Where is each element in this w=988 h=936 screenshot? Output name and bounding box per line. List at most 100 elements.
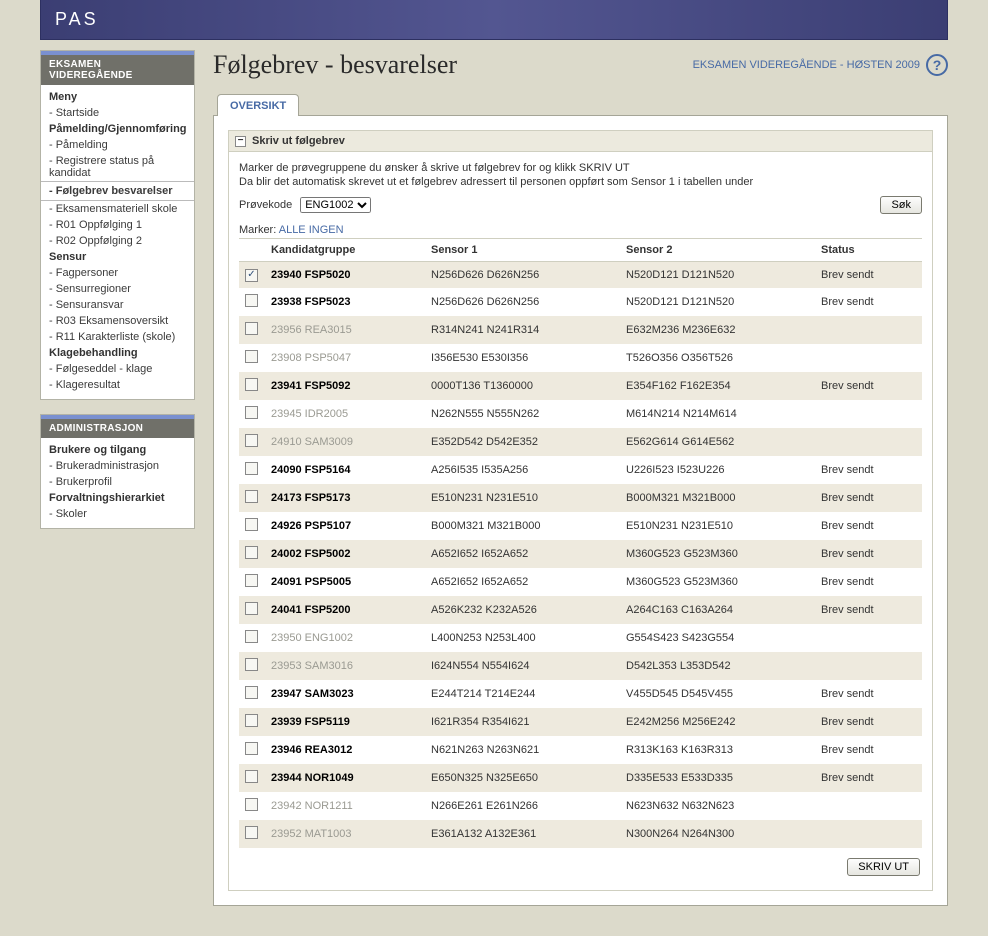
cell-kandidatgruppe: 23938 FSP5023 xyxy=(265,288,425,316)
cell-status xyxy=(815,316,922,344)
cell-status: Brev sendt xyxy=(815,764,922,792)
table-row: 23941 FSP50920000T136 T1360000E354F162 F… xyxy=(239,372,922,400)
cell-sensor1: N266E261 E261N266 xyxy=(425,792,620,820)
help-icon[interactable]: ? xyxy=(926,54,948,76)
sidebar-item[interactable]: - R02 Oppfølging 2 xyxy=(41,233,194,249)
tab-oversikt[interactable]: OVERSIKT xyxy=(217,94,299,116)
cell-status: Brev sendt xyxy=(815,456,922,484)
sidebar-item[interactable]: - Sensuransvar xyxy=(41,297,194,313)
info-line-2: Da blir det automatisk skrevet ut et føl… xyxy=(239,176,922,188)
cell-sensor1: N256D626 D626N256 xyxy=(425,262,620,288)
search-button[interactable]: Søk xyxy=(880,196,922,214)
row-checkbox[interactable] xyxy=(245,546,258,559)
row-checkbox[interactable]: ✓ xyxy=(245,269,258,282)
cell-kandidatgruppe: 23950 ENG1002 xyxy=(265,624,425,652)
cell-status xyxy=(815,624,922,652)
sidebar: EKSAMEN VIDEREGÅENDEMeny- StartsidePåmel… xyxy=(40,50,195,543)
cell-sensor2: G554S423 S423G554 xyxy=(620,624,815,652)
sidebar-item[interactable]: - Brukerprofil xyxy=(41,474,194,490)
row-checkbox[interactable] xyxy=(245,490,258,503)
row-checkbox[interactable] xyxy=(245,602,258,615)
cell-sensor2: E562G614 G614E562 xyxy=(620,428,815,456)
sidebar-item[interactable]: - Følgebrev besvarelser xyxy=(41,181,194,201)
marker-ingen-link[interactable]: INGEN xyxy=(309,224,344,236)
sidebar-heading: Meny xyxy=(41,89,194,105)
row-checkbox[interactable] xyxy=(245,574,258,587)
cell-status: Brev sendt xyxy=(815,288,922,316)
cell-kandidatgruppe: 24041 FSP5200 xyxy=(265,596,425,624)
row-checkbox xyxy=(245,322,258,335)
cell-sensor2: E354F162 F162E354 xyxy=(620,372,815,400)
row-checkbox[interactable] xyxy=(245,742,258,755)
sidebar-heading: Påmelding/Gjennomføring xyxy=(41,121,194,137)
cell-sensor2: E510N231 N231E510 xyxy=(620,512,815,540)
sidebar-item[interactable]: - Følgeseddel - klage xyxy=(41,361,194,377)
sidebar-item[interactable]: - Sensurregioner xyxy=(41,281,194,297)
cell-status: Brev sendt xyxy=(815,372,922,400)
sidebar-item[interactable]: - Skoler xyxy=(41,506,194,522)
row-checkbox[interactable] xyxy=(245,714,258,727)
sidebar-item[interactable]: - Påmelding xyxy=(41,137,194,153)
cell-sensor2: N520D121 D121N520 xyxy=(620,288,815,316)
cell-sensor2: M360G523 G523M360 xyxy=(620,568,815,596)
sidebar-item[interactable]: - R01 Oppfølging 1 xyxy=(41,217,194,233)
cell-status xyxy=(815,652,922,680)
sidebar-panel: ADMINISTRASJONBrukere og tilgang- Bruker… xyxy=(40,414,195,529)
row-checkbox[interactable] xyxy=(245,686,258,699)
sidebar-item[interactable]: - Registrere status på kandidat xyxy=(41,153,194,181)
row-checkbox xyxy=(245,350,258,363)
provekode-select[interactable]: ENG1002 xyxy=(300,197,371,213)
cell-sensor2: N520D121 D121N520 xyxy=(620,262,815,288)
sidebar-heading: Klagebehandling xyxy=(41,345,194,361)
sidebar-item[interactable]: - R11 Karakterliste (skole) xyxy=(41,329,194,345)
col-kandidatgruppe: Kandidatgruppe xyxy=(265,239,425,262)
row-checkbox xyxy=(245,406,258,419)
kandidat-table: Kandidatgruppe Sensor 1 Sensor 2 Status … xyxy=(239,238,922,848)
row-checkbox[interactable] xyxy=(245,770,258,783)
row-checkbox xyxy=(245,630,258,643)
collapse-icon[interactable]: − xyxy=(235,136,246,147)
cell-status xyxy=(815,344,922,372)
row-checkbox[interactable] xyxy=(245,294,258,307)
cell-status xyxy=(815,428,922,456)
table-row: 23908 PSP5047I356E530 E530I356T526O356 O… xyxy=(239,344,922,372)
cell-sensor1: L400N253 N253L400 xyxy=(425,624,620,652)
sidebar-item[interactable]: - Fagpersoner xyxy=(41,265,194,281)
sidebar-item[interactable]: - Brukeradministrasjon xyxy=(41,458,194,474)
table-row: 23947 SAM3023E244T214 T214E244V455D545 D… xyxy=(239,680,922,708)
cell-sensor2: M360G523 G523M360 xyxy=(620,540,815,568)
sidebar-item[interactable]: - Startside xyxy=(41,105,194,121)
section-header: − Skriv ut følgebrev xyxy=(229,131,932,152)
sidebar-item[interactable]: - Klageresultat xyxy=(41,377,194,393)
cell-kandidatgruppe: 23939 FSP5119 xyxy=(265,708,425,736)
cell-sensor1: E361A132 A132E361 xyxy=(425,820,620,848)
cell-sensor2: B000M321 M321B000 xyxy=(620,484,815,512)
sidebar-item[interactable]: - Eksamensmateriell skole xyxy=(41,201,194,217)
table-row: 24091 PSP5005A652I652 I652A652M360G523 G… xyxy=(239,568,922,596)
cell-sensor1: A256I535 I535A256 xyxy=(425,456,620,484)
table-row: 23942 NOR1211N266E261 E261N266N623N632 N… xyxy=(239,792,922,820)
skriv-ut-button[interactable]: SKRIV UT xyxy=(847,858,920,876)
marker-label: Marker: xyxy=(239,224,276,236)
row-checkbox[interactable] xyxy=(245,462,258,475)
sidebar-heading: Forvaltningshierarkiet xyxy=(41,490,194,506)
context-text: EKSAMEN VIDEREGÅENDE - HØSTEN 2009 xyxy=(693,59,920,71)
cell-sensor2: E242M256 M256E242 xyxy=(620,708,815,736)
row-checkbox xyxy=(245,434,258,447)
cell-status: Brev sendt xyxy=(815,540,922,568)
sidebar-item[interactable]: - R03 Eksamensoversikt xyxy=(41,313,194,329)
row-checkbox[interactable] xyxy=(245,378,258,391)
app-logo: PAS xyxy=(55,9,99,30)
table-row: 23953 SAM3016I624N554 N554I624D542L353 L… xyxy=(239,652,922,680)
cell-sensor1: N256D626 D626N256 xyxy=(425,288,620,316)
cell-sensor2: M614N214 N214M614 xyxy=(620,400,815,428)
cell-status: Brev sendt xyxy=(815,484,922,512)
cell-kandidatgruppe: 24090 FSP5164 xyxy=(265,456,425,484)
row-checkbox[interactable] xyxy=(245,518,258,531)
app-header: PAS xyxy=(40,0,948,40)
cell-status: Brev sendt xyxy=(815,512,922,540)
marker-alle-link[interactable]: ALLE xyxy=(279,224,306,236)
table-row: 23944 NOR1049E650N325 N325E650D335E533 E… xyxy=(239,764,922,792)
cell-sensor1: E244T214 T214E244 xyxy=(425,680,620,708)
table-row: 24173 FSP5173E510N231 N231E510B000M321 M… xyxy=(239,484,922,512)
